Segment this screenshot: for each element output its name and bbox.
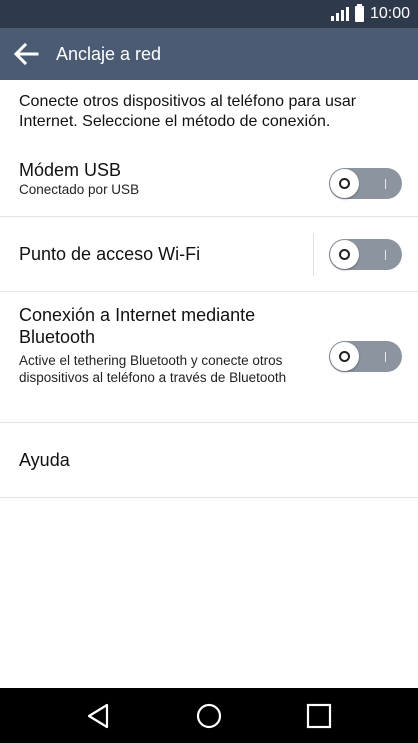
bluetooth-tethering-row[interactable]: Conexión a Internet mediante Bluetooth A… — [0, 292, 418, 423]
status-clock: 10:00 — [369, 5, 410, 22]
wifi-hotspot-toggle[interactable] — [329, 239, 402, 270]
help-title: Ayuda — [19, 450, 70, 470]
navigation-bar — [0, 688, 418, 743]
usb-tethering-row[interactable]: Módem USB Conectado por USB — [0, 150, 418, 217]
wifi-hotspot-title: Punto de acceso Wi-Fi — [19, 244, 201, 264]
toggle-on-mark — [384, 179, 386, 189]
status-bar: 10:00 — [0, 0, 418, 28]
wifi-hotspot-row[interactable]: Punto de acceso Wi-Fi — [0, 217, 418, 292]
usb-tethering-toggle[interactable] — [329, 168, 402, 199]
help-row[interactable]: Ayuda — [0, 423, 418, 498]
settings-content: Conecte otros dispositivos al teléfono p… — [0, 80, 418, 498]
toggle-knob — [330, 240, 359, 269]
toggle-knob — [330, 169, 359, 198]
recents-square-icon[interactable] — [305, 702, 333, 730]
signal-icon — [330, 7, 349, 21]
bluetooth-tethering-toggle[interactable] — [329, 341, 402, 372]
back-triangle-icon[interactable] — [85, 702, 113, 730]
vertical-divider — [313, 233, 314, 276]
battery-icon — [354, 4, 364, 22]
toggle-on-mark — [384, 352, 386, 362]
bluetooth-tethering-title: Conexión a Internet mediante Bluetooth — [19, 305, 256, 347]
bluetooth-tethering-subtitle: Active el tethering Bluetooth y conecte … — [19, 353, 287, 385]
toggle-knob — [330, 342, 359, 371]
back-button[interactable] — [2, 28, 50, 80]
toggle-on-mark — [384, 250, 386, 260]
intro-text: Conecte otros dispositivos al teléfono p… — [19, 93, 357, 130]
app-bar: Anclaje a red — [0, 28, 418, 80]
home-circle-icon[interactable] — [195, 702, 223, 730]
arrow-left-icon — [13, 43, 39, 65]
page-title: Anclaje a red — [56, 43, 162, 64]
